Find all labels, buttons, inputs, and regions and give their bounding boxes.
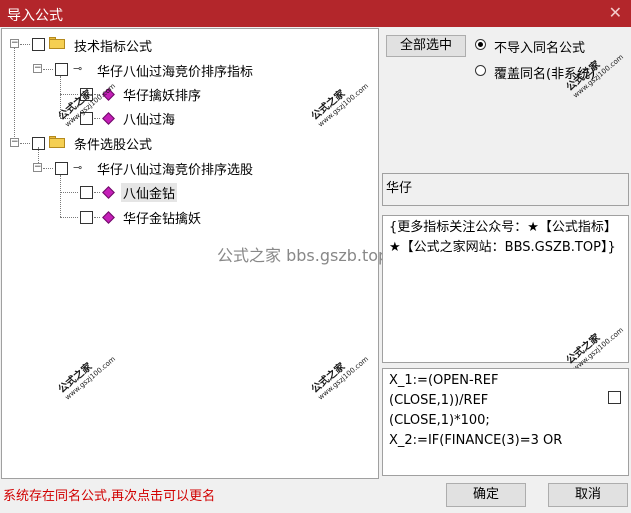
group-label-technical[interactable]: 技术指标公式 [74,36,152,55]
formula-gem-icon [102,186,115,199]
key-icon: ⊸ [73,161,83,174]
formula-leaf[interactable]: 华仔擒妖排序 [123,85,201,104]
tree-connector [60,192,78,193]
watermark-stamp: 公式之家 www.gszj100.com [309,354,371,402]
formula-gem-icon [102,211,115,224]
tree-connector [94,192,100,193]
close-icon[interactable]: ✕ [609,3,622,22]
tree-connector [60,175,61,217]
tree-connector [20,44,30,45]
tree-connector [43,69,53,70]
radio-skip-duplicate[interactable] [475,39,486,50]
description-text: {更多指标关注公众号：★【公式指标】★【公式之家网站：BBS.GSZB.TOP】… [389,220,617,255]
window-title: 导入公式 [7,8,63,24]
select-all-button[interactable]: 全部选中 [386,35,466,57]
formula-leaf[interactable]: 八仙过海 [123,109,175,128]
code-preview-box[interactable]: X_1:=(OPEN-REF (CLOSE,1))/REF (CLOSE,1)*… [382,368,629,476]
tree-connector [60,217,78,218]
status-message: 系统存在同名公式,再次点击可以更名 [3,489,216,504]
folder-icon [49,37,65,49]
watermark-text: 公式之家 bbs.gszb.top [217,246,389,265]
tree-connector [94,118,100,119]
collapse-toggle-icon[interactable]: − [33,64,42,73]
checkbox-screening-set[interactable] [55,162,68,175]
formula-name-value: 华仔 [386,181,413,196]
cancel-button[interactable]: 取消 [548,483,628,507]
checkbox-leaf[interactable] [80,186,93,199]
collapse-toggle-icon[interactable]: − [10,39,19,48]
code-line: X_1:=(OPEN-REF [389,373,499,388]
tree-connector [14,47,15,143]
radio-skip-duplicate-label[interactable]: 不导入同名公式 [494,37,585,56]
collapse-toggle-icon[interactable]: − [10,138,19,147]
formula-set-label[interactable]: 华仔八仙过海竞价排序选股 [97,159,253,178]
code-checkbox[interactable] [608,391,621,404]
watermark-stamp: 公式之家 www.gszj100.com [309,81,371,129]
title-bar: 导入公式 ✕ [0,0,631,27]
tree-connector [94,217,100,218]
checkbox-indicator-set[interactable] [55,63,68,76]
tree-connector [20,143,30,144]
formula-gem-icon [102,112,115,125]
folder-icon [49,136,65,148]
tree-connector [43,168,53,169]
group-label-screening[interactable]: 条件选股公式 [74,134,152,153]
code-line: (CLOSE,1)*100; [389,413,490,428]
key-icon: ⊸ [73,62,83,75]
code-line: X_2:=IF(FINANCE(3)=3 OR [389,433,563,448]
radio-overwrite[interactable] [475,65,486,76]
formula-leaf[interactable]: 华仔金钻擒妖 [123,208,201,227]
checkbox-group-1[interactable] [32,38,45,51]
watermark-stamp: 公式之家 www.gszj100.com [56,354,118,402]
ok-button[interactable]: 确定 [446,483,526,507]
collapse-toggle-icon[interactable]: − [33,163,42,172]
formula-name-field[interactable]: 华仔 [382,173,629,206]
formula-set-label[interactable]: 华仔八仙过海竞价排序指标 [97,61,253,80]
formula-leaf-selected[interactable]: 八仙金钻 [121,183,178,202]
code-line: (CLOSE,1))/REF [389,393,489,408]
checkbox-leaf[interactable] [80,211,93,224]
